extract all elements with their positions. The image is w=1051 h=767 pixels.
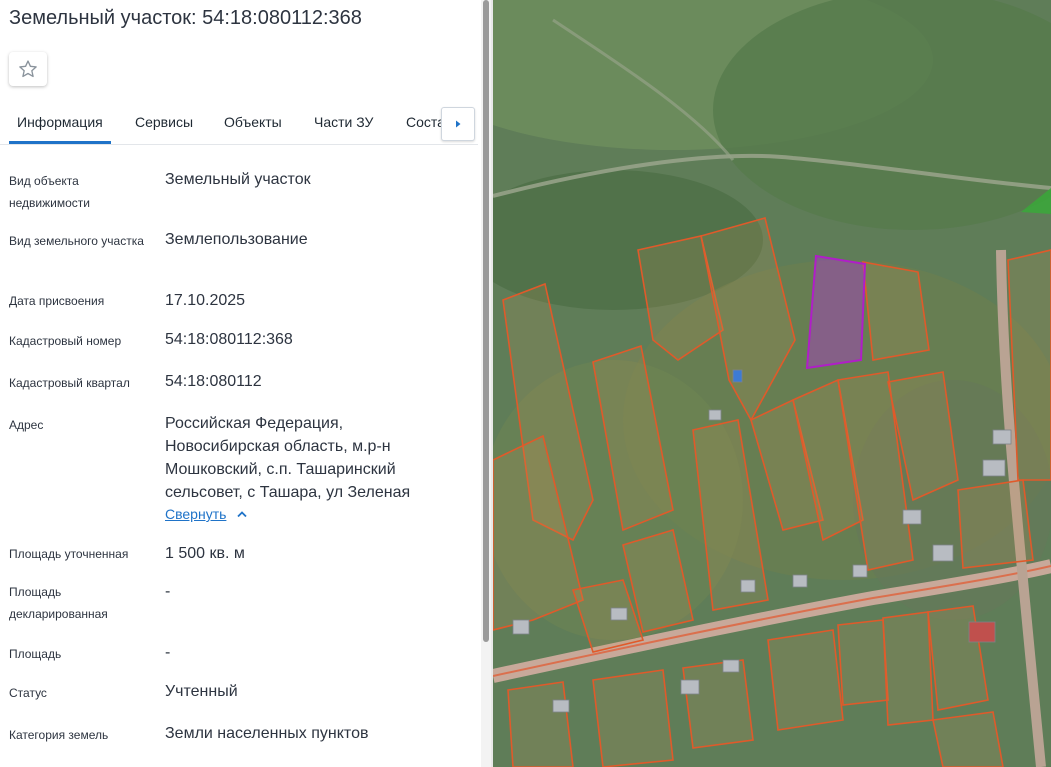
tabs-next-button[interactable]: [441, 107, 475, 141]
tab-composition[interactable]: Соста: [406, 114, 445, 130]
tab-information[interactable]: Информация: [17, 114, 103, 130]
active-tab-indicator: [9, 141, 111, 144]
info-panel: Земельный участок: 54:18:080112:368 Инфо…: [0, 0, 491, 767]
assign-date-label: Дата присвоения: [9, 294, 105, 308]
object-type-label: Вид объекта недвижимости: [9, 174, 90, 210]
map-view[interactable]: [493, 0, 1051, 767]
building: [708, 409, 722, 421]
building: [732, 369, 743, 383]
land-type-value: Землепользование: [165, 231, 308, 248]
building: [512, 619, 530, 635]
page-title: Земельный участок: 54:18:080112:368: [9, 7, 362, 29]
area-declared-label: Площадь декларированная: [9, 585, 108, 621]
object-type-value: Земельный участок: [165, 171, 311, 188]
chevron-up-icon: [237, 511, 248, 518]
building: [680, 679, 700, 695]
building: [992, 429, 1012, 445]
building: [792, 574, 808, 588]
satellite-map[interactable]: [493, 0, 1051, 767]
parcel[interactable]: [592, 669, 674, 767]
tab-bar: Информация Сервисы Объекты Части ЗУ Сост…: [0, 104, 478, 145]
tab-objects[interactable]: Объекты: [224, 114, 282, 130]
building: [610, 607, 628, 621]
category-value: Земли населенных пунктов: [165, 725, 369, 742]
building: [740, 579, 756, 593]
address-value: Российская Федерация, Новосибирская обла…: [165, 415, 411, 501]
land-type-label: Вид земельного участка: [9, 234, 144, 248]
tab-parts[interactable]: Части ЗУ: [314, 114, 373, 130]
cad-number-value: 54:18:080112:368: [165, 331, 293, 348]
parcel[interactable]: [682, 659, 754, 749]
area-specified-value: 1 500 кв. м: [165, 545, 245, 562]
cad-quarter-value: 54:18:080112: [165, 373, 262, 390]
building: [722, 659, 740, 673]
tab-services[interactable]: Сервисы: [135, 114, 193, 130]
building: [552, 699, 570, 713]
area-specified-label: Площадь уточненная: [9, 547, 129, 561]
parcel[interactable]: [837, 619, 889, 706]
collapse-label: Свернуть: [165, 506, 227, 522]
assign-date-value: 17.10.2025: [165, 292, 246, 309]
selected-parcel[interactable]: [805, 254, 867, 370]
building: [968, 621, 996, 643]
area-declared-value: -: [165, 583, 171, 600]
cad-quarter-label: Кадастровый квартал: [9, 376, 130, 390]
building: [932, 544, 954, 562]
building: [852, 564, 868, 578]
parcel[interactable]: [882, 611, 934, 726]
parcel[interactable]: [507, 681, 574, 767]
parcel[interactable]: [932, 711, 1004, 767]
status-value: Учтенный: [165, 683, 238, 700]
scrollbar-thumb[interactable]: [483, 0, 489, 642]
status-label: Статус: [9, 686, 47, 700]
star-icon: [19, 60, 37, 78]
building: [982, 459, 1006, 477]
category-label: Категория земель: [9, 728, 109, 742]
collapse-link[interactable]: Свернуть: [165, 506, 248, 522]
parcel[interactable]: [957, 479, 1034, 569]
favorite-button[interactable]: [9, 52, 47, 86]
parcel[interactable]: [767, 629, 844, 731]
building: [902, 509, 922, 525]
parcel[interactable]: [862, 261, 930, 361]
address-label: Адрес: [9, 418, 44, 432]
chevron-right-icon: [456, 120, 461, 128]
area-label: Площадь: [9, 647, 62, 661]
cad-number-label: Кадастровый номер: [9, 334, 122, 348]
area-value: -: [165, 644, 171, 661]
panel-scrollbar[interactable]: [481, 0, 491, 767]
